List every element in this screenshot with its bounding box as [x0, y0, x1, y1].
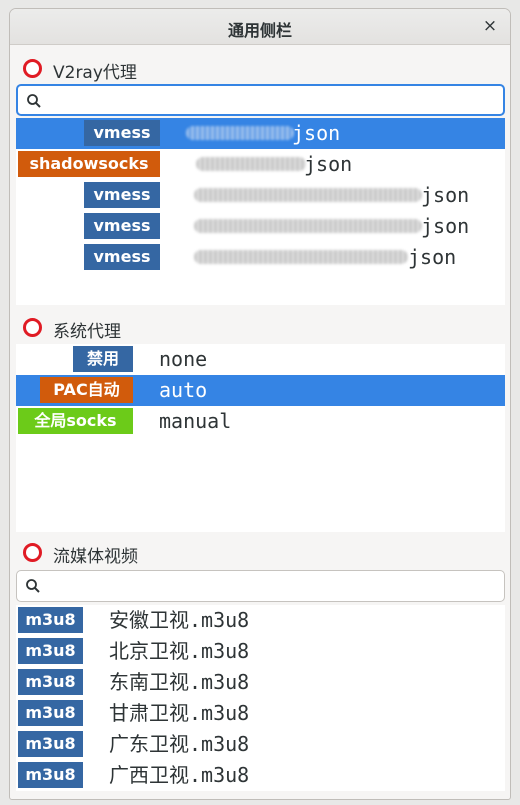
mode-value: auto	[159, 378, 208, 402]
streaming-search-box[interactable]	[16, 570, 505, 602]
v2ray-search-box[interactable]	[16, 84, 505, 116]
stream-row[interactable]: m3u8 甘肃卫视.m3u8	[16, 698, 505, 729]
redacted-name	[186, 126, 294, 140]
format-tag: m3u8	[18, 762, 83, 788]
config-name: json	[421, 214, 470, 238]
stream-name: 甘肃卫视.m3u8	[109, 701, 250, 725]
stream-row[interactable]: m3u8 安徽卫视.m3u8	[16, 605, 505, 636]
redacted-name	[196, 157, 306, 171]
search-icon	[26, 579, 40, 593]
config-name: json	[292, 121, 341, 145]
redacted-name	[194, 219, 422, 233]
redacted-name	[194, 250, 408, 264]
stream-name: 广西卫视.m3u8	[109, 763, 250, 787]
v2ray-row[interactable]: shadowsocks json	[16, 149, 505, 180]
mode-tag: 全局socks	[18, 408, 133, 434]
window-title: 通用侧栏	[227, 21, 292, 40]
v2ray-row[interactable]: vmess json	[16, 242, 505, 273]
system-proxy-list: 禁用 none PAC自动 auto 全局socks manual	[16, 344, 505, 532]
v2ray-heading: V2ray代理	[53, 63, 137, 83]
format-tag: m3u8	[18, 700, 83, 726]
proxy-mode-row[interactable]: PAC自动 auto	[16, 375, 505, 406]
search-icon	[27, 94, 41, 108]
format-tag: m3u8	[18, 731, 83, 757]
mode-tag: PAC自动	[40, 377, 133, 403]
v2ray-row[interactable]: vmess json	[16, 211, 505, 242]
streaming-search-input[interactable]	[51, 571, 491, 601]
red-ring-icon	[23, 543, 42, 562]
stream-name: 东南卫视.m3u8	[109, 670, 250, 694]
format-tag: m3u8	[18, 669, 83, 695]
proxy-mode-row[interactable]: 全局socks manual	[16, 406, 505, 437]
v2ray-search-input[interactable]	[52, 86, 492, 114]
system-proxy-section-header: 系统代理	[10, 312, 510, 344]
stream-name: 广东卫视.m3u8	[109, 732, 250, 756]
v2ray-list: vmess json shadowsocks json vmess json v…	[16, 118, 505, 305]
close-icon[interactable]: ×	[480, 16, 500, 36]
config-name: json	[304, 152, 353, 176]
mode-value: none	[159, 347, 208, 371]
proxy-mode-row[interactable]: 禁用 none	[16, 344, 505, 375]
protocol-tag: vmess	[84, 182, 160, 208]
redacted-name	[194, 188, 422, 202]
v2ray-section-header: V2ray代理	[10, 53, 510, 85]
red-ring-icon	[23, 318, 42, 337]
stream-row[interactable]: m3u8 广西卫视.m3u8	[16, 760, 505, 791]
streaming-heading: 流媒体视频	[53, 547, 138, 567]
format-tag: m3u8	[18, 638, 83, 664]
protocol-tag: vmess	[84, 244, 160, 270]
streaming-section-header: 流媒体视频	[10, 537, 510, 569]
streaming-list: m3u8 安徽卫视.m3u8 m3u8 北京卫视.m3u8 m3u8 东南卫视.…	[16, 605, 505, 791]
config-name: json	[421, 183, 470, 207]
protocol-tag: vmess	[84, 120, 160, 146]
format-tag: m3u8	[18, 607, 83, 633]
titlebar: 通用侧栏 ×	[10, 9, 510, 45]
config-name: json	[408, 245, 457, 269]
stream-name: 安徽卫视.m3u8	[109, 608, 250, 632]
stream-row[interactable]: m3u8 广东卫视.m3u8	[16, 729, 505, 760]
protocol-tag: vmess	[84, 213, 160, 239]
mode-value: manual	[159, 409, 232, 433]
stream-row[interactable]: m3u8 东南卫视.m3u8	[16, 667, 505, 698]
mode-tag: 禁用	[73, 346, 133, 372]
protocol-tag: shadowsocks	[18, 151, 160, 177]
stream-row[interactable]: m3u8 北京卫视.m3u8	[16, 636, 505, 667]
v2ray-row[interactable]: vmess json	[16, 180, 505, 211]
sidebar-window: 通用侧栏 × V2ray代理 vmess json shadowsocks js…	[9, 8, 511, 800]
v2ray-row[interactable]: vmess json	[16, 118, 505, 149]
red-ring-icon	[23, 59, 42, 78]
system-proxy-heading: 系统代理	[53, 322, 121, 342]
stream-name: 北京卫视.m3u8	[109, 639, 250, 663]
